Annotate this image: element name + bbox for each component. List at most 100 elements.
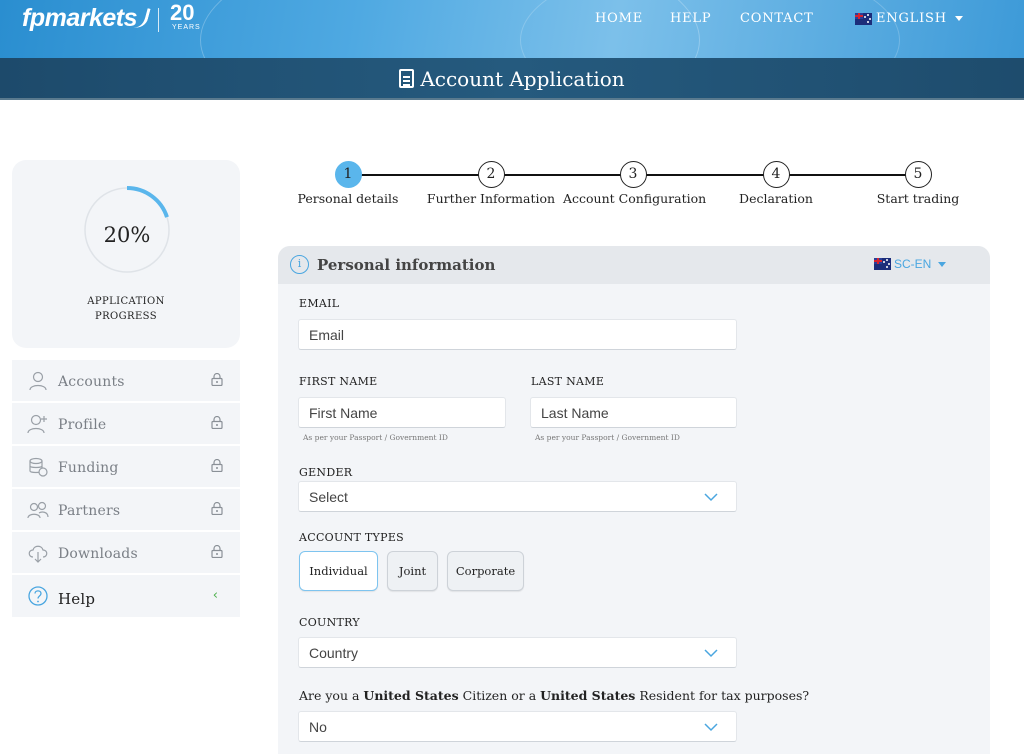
- lock-icon: [211, 459, 223, 472]
- country-select[interactable]: Country: [298, 637, 737, 668]
- user-plus-icon: [27, 414, 47, 434]
- question-text: Citizen or a: [458, 688, 541, 703]
- country-label: COUNTRY: [299, 616, 360, 629]
- caret-down-icon: [938, 261, 947, 267]
- sidebar-item-label: Profile: [58, 417, 107, 433]
- locale-label: SC-EN: [894, 257, 932, 271]
- personal-information-panel: i Personal information SC-EN EMAIL Email…: [278, 246, 990, 754]
- nav-contact-link[interactable]: CONTACT: [740, 11, 814, 26]
- lock-icon: [211, 416, 223, 429]
- cloud-download-icon: [28, 545, 48, 563]
- sidebar-item-label: Partners: [58, 503, 121, 519]
- step-number: 1: [334, 161, 362, 188]
- australia-flag-icon: [855, 12, 872, 25]
- step-number: 5: [904, 161, 932, 188]
- page-title-wrap: Account Application: [0, 67, 1024, 91]
- account-type-individual-button[interactable]: Individual: [299, 551, 378, 591]
- lock-icon: [211, 373, 223, 386]
- progress-label-line2: PROGRESS: [95, 311, 157, 322]
- last-name-placeholder: Last Name: [541, 405, 609, 421]
- sidebar-item-label: Accounts: [58, 374, 125, 390]
- step-start-trading[interactable]: 5 Start trading: [848, 161, 988, 206]
- sidebar-item-label: Funding: [58, 460, 119, 476]
- user-icon: [29, 371, 47, 391]
- document-icon: [399, 69, 415, 88]
- step-label: Declaration: [739, 191, 813, 206]
- language-label: ENGLISH: [876, 11, 947, 26]
- step-number: 3: [619, 161, 647, 188]
- sidebar-item-accounts[interactable]: Accounts: [12, 360, 240, 401]
- email-placeholder: Email: [309, 327, 345, 343]
- page-title-bar: Account Application: [0, 58, 1024, 100]
- question-icon: [28, 586, 48, 606]
- first-name-field[interactable]: First Name: [298, 397, 506, 428]
- account-type-corporate-button[interactable]: Corporate: [447, 551, 524, 591]
- progress-label: APPLICATION PROGRESS: [12, 294, 240, 324]
- us-tax-select[interactable]: No: [298, 711, 737, 742]
- us-tax-question: Are you a United States Citizen or a Uni…: [299, 688, 809, 703]
- us-tax-value: No: [309, 719, 327, 735]
- progress-label-line1: APPLICATION: [87, 296, 165, 307]
- language-selector[interactable]: ENGLISH: [855, 11, 963, 26]
- nav-home-link[interactable]: HOME: [595, 11, 643, 26]
- step-personal-details[interactable]: 1 Personal details: [278, 161, 418, 206]
- sidebar-item-downloads[interactable]: Downloads: [12, 532, 240, 573]
- step-declaration[interactable]: 4 Declaration: [706, 161, 846, 206]
- last-name-hint: As per your Passport / Government ID: [535, 433, 680, 442]
- step-number: 2: [477, 161, 505, 188]
- step-number: 4: [762, 161, 790, 188]
- step-further-information[interactable]: 2 Further Information: [421, 161, 561, 206]
- sidebar-item-help[interactable]: Help ‹: [12, 575, 240, 617]
- sidebar-item-profile[interactable]: Profile: [12, 403, 240, 444]
- first-name-placeholder: First Name: [309, 405, 378, 421]
- sidebar-item-funding[interactable]: Funding: [12, 446, 240, 487]
- first-name-hint: As per your Passport / Government ID: [303, 433, 448, 442]
- locale-selector[interactable]: SC-EN: [874, 257, 947, 271]
- country-value: Country: [309, 645, 359, 661]
- last-name-label: LAST NAME: [531, 375, 605, 388]
- step-label: Further Information: [426, 191, 556, 206]
- anniversary-badge: 20: [170, 0, 195, 25]
- sidebar-item-label: Downloads: [58, 546, 138, 562]
- step-label: Start trading: [876, 191, 960, 206]
- chevron-down-icon: [704, 723, 718, 732]
- last-name-field[interactable]: Last Name: [530, 397, 737, 428]
- question-bold: United States: [540, 688, 636, 703]
- sidebar-item-partners[interactable]: Partners: [12, 489, 240, 530]
- question-text: Are you a: [299, 688, 364, 703]
- nav-help-link[interactable]: HELP: [670, 11, 711, 26]
- anniversary-badge-sub: YEARS: [172, 24, 201, 31]
- progress-stepper: 1 Personal details 2 Further Information…: [278, 160, 988, 210]
- brand-logo[interactable]: fpmarkets: [22, 4, 138, 33]
- australia-flag-icon: [874, 258, 891, 270]
- email-field[interactable]: Email: [298, 319, 737, 350]
- step-label: Personal details: [297, 191, 399, 206]
- account-type-joint-button[interactable]: Joint: [387, 551, 438, 591]
- panel-header: i Personal information SC-EN: [278, 246, 990, 284]
- step-account-configuration[interactable]: 3 Account Configuration: [563, 161, 707, 206]
- header-decoration: [520, 0, 900, 58]
- panel-title: Personal information: [317, 256, 496, 274]
- users-icon: [27, 501, 49, 519]
- info-icon: i: [290, 255, 309, 274]
- question-bold: United States: [363, 688, 459, 703]
- top-navbar: fpmarkets 20 YEARS HOME HELP CONTACT ENG…: [0, 0, 1024, 58]
- gender-select[interactable]: Select: [298, 481, 737, 512]
- gender-value: Select: [309, 489, 348, 505]
- sidebar-nav: Accounts Profile Funding Partners Downlo…: [12, 360, 240, 619]
- logo-divider: [158, 8, 159, 32]
- lock-icon: [211, 502, 223, 515]
- chevron-down-icon: [704, 493, 718, 502]
- caret-down-icon: [954, 16, 963, 21]
- lock-icon: [211, 545, 223, 558]
- sidebar-item-label: Help: [58, 590, 96, 608]
- coins-icon: [29, 457, 48, 477]
- first-name-label: FIRST NAME: [299, 375, 378, 388]
- chevron-left-icon[interactable]: ‹: [213, 588, 218, 603]
- step-label: Account Configuration: [563, 191, 707, 206]
- page-title: Account Application: [420, 67, 625, 91]
- chevron-down-icon: [704, 649, 718, 658]
- gender-label: GENDER: [299, 466, 353, 479]
- email-label: EMAIL: [299, 297, 340, 310]
- progress-value: 20%: [103, 223, 151, 247]
